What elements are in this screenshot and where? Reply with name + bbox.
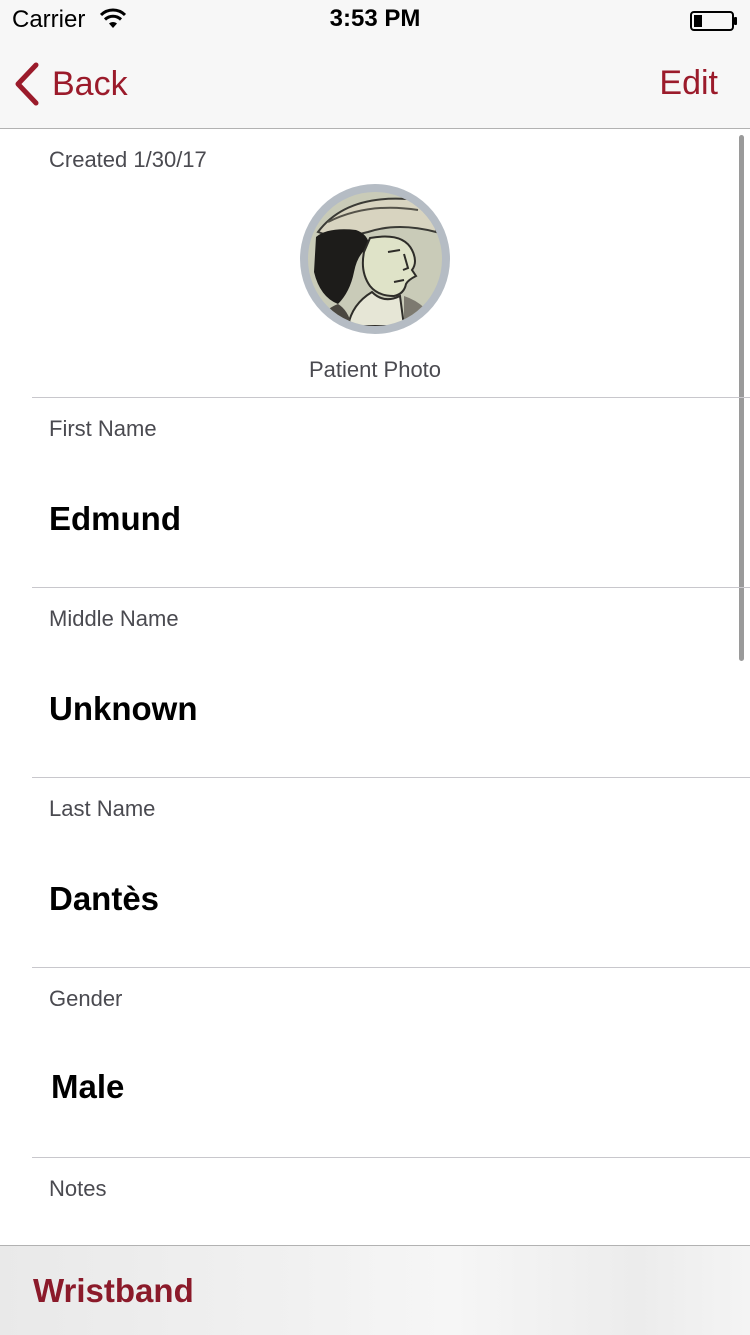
wristband-button[interactable]: Wristband <box>33 1272 194 1310</box>
middle-name-label: Middle Name <box>49 606 179 631</box>
bottom-toolbar: Wristband <box>0 1245 750 1335</box>
battery-icon <box>690 11 738 31</box>
created-date: Created 1/30/17 <box>49 147 207 172</box>
back-label: Back <box>52 64 128 103</box>
middle-name-row[interactable]: Middle Name Unknown <box>32 588 750 778</box>
first-name-label: First Name <box>49 416 157 441</box>
first-name-row[interactable]: First Name Edmund <box>32 398 750 588</box>
notes-row[interactable]: Notes <box>32 1158 750 1245</box>
gender-row[interactable]: Gender Male <box>32 968 750 1158</box>
notes-label: Notes <box>49 1176 107 1201</box>
first-name-value: Edmund <box>49 500 181 537</box>
gender-value: Male <box>51 1068 125 1105</box>
back-button[interactable]: Back <box>14 62 128 106</box>
last-name-label: Last Name <box>49 796 156 821</box>
patient-photo[interactable] <box>300 184 450 334</box>
middle-name-value: Unknown <box>49 690 198 727</box>
status-time: 3:53 PM <box>329 5 421 32</box>
status-bar: Carrier 3:53 PM <box>0 0 750 40</box>
patient-detail-list[interactable]: Created 1/30/17 Patient Photo First Name… <box>0 129 750 1245</box>
navigation-bar: Back Edit <box>0 40 750 129</box>
edit-button[interactable]: Edit <box>659 64 718 103</box>
gender-label: Gender <box>49 986 123 1011</box>
last-name-row[interactable]: Last Name Dantès <box>32 778 750 968</box>
photo-section: Created 1/30/17 Patient Photo <box>32 129 750 398</box>
last-name-value: Dantès <box>49 880 160 917</box>
photo-label: Patient Photo <box>308 357 442 382</box>
chevron-left-icon <box>15 62 39 106</box>
